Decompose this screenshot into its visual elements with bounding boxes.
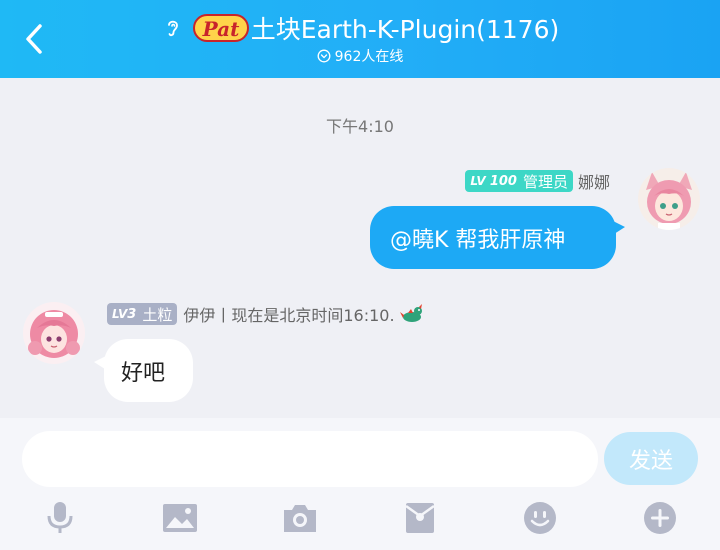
avatar-image [23,302,85,364]
sender-name: 娜娜 [577,173,610,192]
group-logo-icon: Pat [192,14,249,42]
level-number: 3 [127,306,137,322]
sender-info: LV3 土粒 伊伊丨现在是北京时间16:10. [107,302,425,326]
sender-name: 伊伊丨现在是北京时间16:10. [183,306,395,325]
level-badge: LV3 土粒 [107,303,178,325]
role-label: 土粒 [142,305,173,324]
emoji-button[interactable] [520,498,560,538]
red-packet-button[interactable] [400,498,440,538]
message-list[interactable]: 下午4:10 LV 100 管理员 娜娜 @曉K 帮我肝原神 LV3 土粒 伊伊… [0,78,720,418]
message-timestamp: 下午4:10 [326,117,394,136]
online-status: 962人在线 [0,46,720,66]
sender-info: LV 100 管理员 娜娜 [465,169,610,193]
voice-button[interactable] [40,498,80,538]
microphone-icon [47,502,73,533]
send-button[interactable]: 发送 [604,432,698,485]
message-bubble[interactable]: @曉K 帮我肝原神 [370,206,625,269]
message-text: 好吧 [121,360,166,386]
online-status-icon [317,49,331,63]
dragon-emoji-icon [399,304,422,322]
ear-icon [167,20,178,37]
level-badge: LV 100 管理员 [465,170,573,192]
group-title: 土块Earth-K-Plugin(1176) [250,15,560,44]
more-button[interactable] [640,498,680,538]
avatar[interactable] [638,168,700,230]
message-text: @曉K 帮我肝原神 [390,227,566,253]
input-bar: 发送 [0,418,720,550]
level-number: 100 [489,173,517,189]
emoji-icon [524,502,556,534]
avatar-image [638,168,700,230]
online-count: 962人在线 [334,49,404,65]
image-button[interactable] [160,498,200,538]
role-label: 管理员 [522,172,568,191]
camera-button[interactable] [280,498,320,538]
title-row[interactable]: Pat 土块Earth-K-Plugin(1176) [0,8,720,48]
image-icon [163,504,197,532]
camera-icon [284,505,316,532]
svg-text:Pat: Pat [201,17,239,41]
avatar[interactable] [23,302,85,364]
red-packet-icon [405,503,435,533]
plus-icon [644,502,676,534]
chat-header: Pat 土块Earth-K-Plugin(1176) 962人在线 [0,0,720,78]
message-bubble[interactable]: 好吧 [94,339,193,402]
message-input[interactable] [22,431,598,487]
level-prefix: LV [112,306,128,321]
level-prefix: LV [470,173,486,188]
